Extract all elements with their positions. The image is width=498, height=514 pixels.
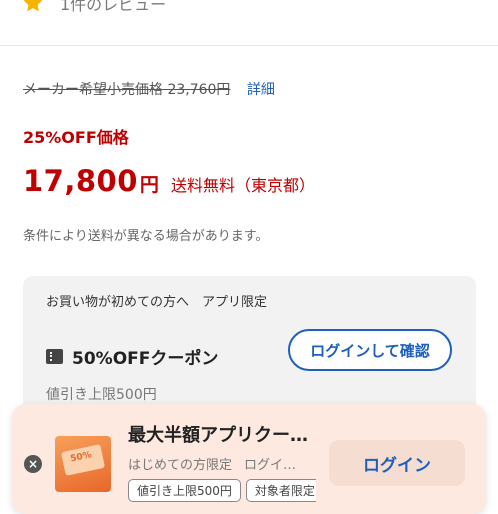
coupon-title: 50%OFFクーポン xyxy=(72,349,219,369)
detail-link[interactable]: 詳細 xyxy=(247,82,275,98)
login-to-confirm-button[interactable]: ログインして確認 xyxy=(288,329,452,371)
tag-discount-limit: 値引き上限500円 xyxy=(128,479,241,502)
coupon-thumbnail xyxy=(55,436,111,492)
price-row: 17,800 円 送料無料（東京都） xyxy=(23,164,315,198)
sale-price: 17,800 xyxy=(23,164,138,198)
tag-target-users: 対象者限定 xyxy=(245,479,316,502)
ticket-icon xyxy=(46,349,63,364)
list-price: メーカー希望小売価格 23,760円 xyxy=(23,82,231,98)
banner-subtitle: はじめての方限定 ログイ… xyxy=(128,454,318,473)
shipping-info: 送料無料（東京都） xyxy=(170,176,315,195)
coupon-limit: 値引き上限500円 xyxy=(46,387,157,403)
coupon-intro: お買い物が初めての方へ アプリ限定 xyxy=(46,295,268,310)
coupon-title-row: 50%OFFクーポン xyxy=(46,344,218,369)
banner-subtitle-1: はじめての方限定 xyxy=(128,458,233,473)
banner-login-button[interactable]: ログイン xyxy=(329,440,465,486)
coupon-graphic xyxy=(60,444,106,476)
banner-subtitle-2: ログイ… xyxy=(244,458,297,473)
review-summary[interactable]: 1件のレビュー xyxy=(22,0,166,15)
price-unit: 円 xyxy=(139,174,159,196)
shipping-condition-note: 条件により送料が異なる場合があります。 xyxy=(23,229,269,244)
banner-tags: 値引き上限500円 対象者限定 xyxy=(128,479,316,507)
banner-title: 最大半額アプリクー… xyxy=(128,425,308,446)
discount-label: 25%OFF価格 xyxy=(23,128,129,147)
list-price-row: メーカー希望小売価格 23,760円 詳細 xyxy=(23,79,275,99)
coupon-card: お買い物が初めての方へ アプリ限定 50%OFFクーポン ログインして確認 値引… xyxy=(23,276,476,416)
close-icon[interactable]: × xyxy=(24,455,42,473)
section-divider xyxy=(0,45,498,46)
star-icon xyxy=(23,0,43,12)
review-count: 1件のレビュー xyxy=(60,0,167,14)
